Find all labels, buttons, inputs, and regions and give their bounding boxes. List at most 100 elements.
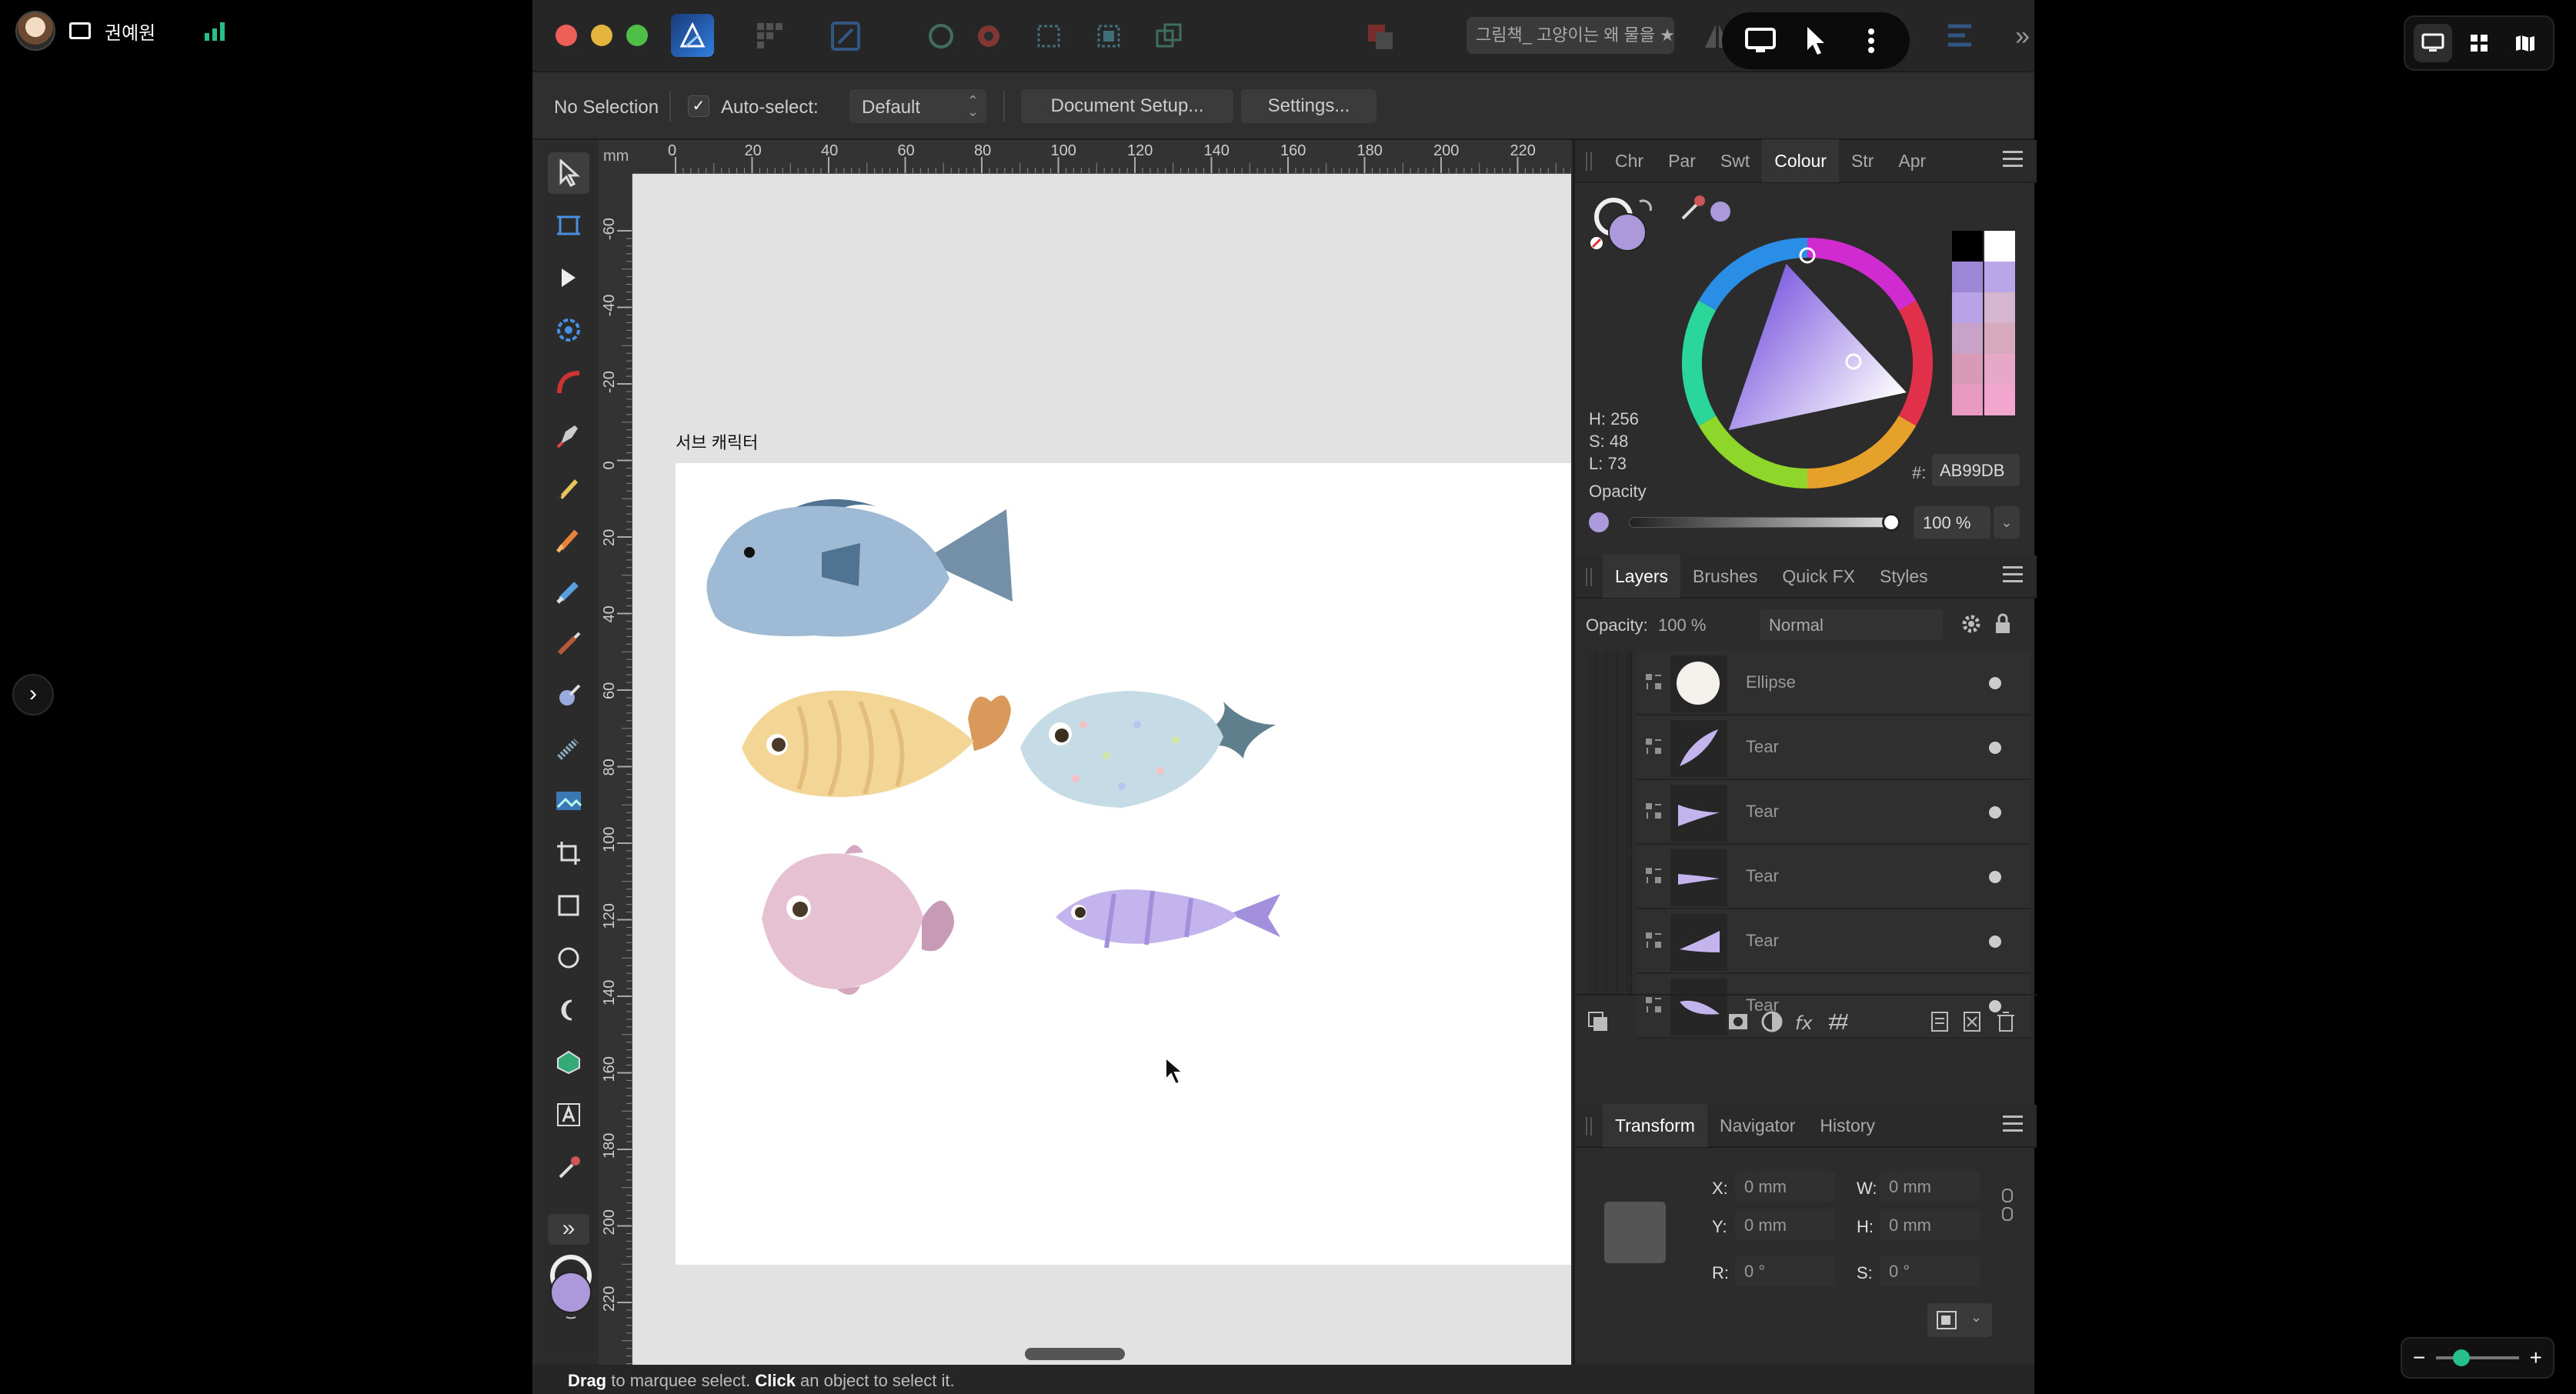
opacity-dropdown-chevron-icon[interactable]: ⌄ [1994,506,2020,539]
expand-tools-chevron-icon[interactable]: » [548,1214,589,1245]
grid-layer-icon[interactable] [1826,1009,1850,1034]
text-tool-icon[interactable] [548,1094,589,1136]
move-tool-icon[interactable] [548,152,589,194]
map-view-icon[interactable] [2506,24,2544,62]
live-filter-fx-icon[interactable]: fx [1794,1009,1818,1034]
layer-opacity-input[interactable]: 100 % [1658,611,1744,640]
tab-paragraph[interactable]: Par [1656,139,1708,182]
rotation-input[interactable]: 0 ° [1735,1256,1835,1286]
display-icon[interactable] [1738,18,1783,63]
zoom-out-button[interactable]: − [2413,1346,2425,1370]
layer-row[interactable]: Tear [1637,845,2030,909]
shape-tool-icon[interactable] [548,1042,589,1083]
distribute-icon[interactable] [1944,20,1976,52]
tab-character[interactable]: Chr [1603,139,1656,182]
tab-swatches[interactable]: Swt [1708,139,1762,182]
rectangle-tool-icon[interactable] [548,885,589,926]
snapping-icon[interactable] [973,20,1005,52]
corner-tool-icon[interactable] [548,309,589,351]
tab-transform[interactable]: Transform [1603,1104,1707,1147]
add-layer-icon[interactable] [1927,1009,1952,1034]
document-setup-button[interactable]: Document Setup... [1021,89,1233,123]
picked-colour-swatch[interactable] [1710,202,1730,222]
place-image-tool-icon[interactable] [548,780,589,822]
zoom-slider[interactable] [2436,1349,2519,1366]
side-panel-toggle-button[interactable]: › [12,674,54,715]
transparency-tool-icon[interactable] [548,728,589,769]
lock-aspect-icon[interactable] [2000,1186,2015,1225]
visibility-toggle[interactable] [1989,742,2001,754]
layer-name[interactable]: Tear [1746,931,1779,951]
tab-brushes[interactable]: Brushes [1680,555,1770,598]
fill-stroke-selector-icon[interactable] [1586,194,1663,255]
layer-name[interactable]: Tear [1746,866,1779,886]
crop-tool-icon[interactable] [548,832,589,874]
tab-navigator[interactable]: Navigator [1707,1104,1807,1147]
fill-stroke-colour-widget[interactable] [549,1252,599,1322]
tab-styles[interactable]: Styles [1867,555,1940,598]
panel-menu-icon[interactable] [2003,151,2023,172]
w-input[interactable]: 0 mm [1880,1171,1980,1202]
purple-fish-illustration[interactable] [1056,889,1280,949]
tab-appearance[interactable]: Apr [1886,139,1938,182]
x-input[interactable]: 0 mm [1735,1171,1835,1202]
export-persona-icon[interactable] [829,20,862,52]
zoom-in-button[interactable]: + [2530,1346,2542,1370]
gear-icon[interactable] [1960,612,1983,635]
tab-stroke[interactable]: Str [1839,139,1886,182]
colour-swatch[interactable] [1952,262,1983,292]
artboard[interactable] [676,463,1571,1265]
single-monitor-view-icon[interactable] [2414,24,2452,62]
ellipse-tool-icon[interactable] [548,937,589,979]
colour-swatch[interactable] [1984,385,2015,415]
tab-history[interactable]: History [1807,1104,1887,1147]
panel-menu-icon[interactable] [2003,566,2023,587]
colour-swatch[interactable] [1952,323,1983,354]
more-options-icon[interactable] [1849,18,1894,63]
layer-name[interactable]: Ellipse [1746,672,1796,692]
transform-origin-button[interactable]: ⌄ [1927,1303,1992,1337]
colour-swatch[interactable] [1984,323,2015,354]
document-tab[interactable]: 그림책_ 고양이는 왜 물을 ★ [1467,17,1674,54]
pointer-mode-icon[interactable] [1794,18,1838,63]
color-picker-tool-icon[interactable] [548,1146,589,1188]
colour-swatch[interactable] [1984,262,2015,292]
vector-brush-tool-icon[interactable] [548,519,589,560]
pen-tool-icon[interactable] [548,414,589,455]
layer-name[interactable]: Tear [1746,737,1779,757]
colour-swatch[interactable] [1984,231,2015,262]
fill-tool-icon[interactable] [548,571,589,612]
hex-input[interactable]: AB99DB [1932,454,2020,486]
eyedropper-icon[interactable] [1678,192,1709,223]
blue-fish-illustration[interactable] [706,499,1013,637]
yellow-fish-illustration[interactable] [742,690,1011,798]
adjustment-icon[interactable] [1760,1009,1784,1034]
panel-menu-icon[interactable] [2003,1116,2023,1136]
ruler-unit[interactable]: mm [599,140,632,174]
paint-brush-tool-icon[interactable] [548,623,589,665]
layer-row[interactable]: Tear [1637,909,2030,974]
autoselect-checkbox[interactable]: ✓ [688,95,709,117]
visibility-toggle[interactable] [1989,677,2001,689]
layer-options-icon[interactable] [1586,1009,1610,1034]
colour-swatch[interactable] [1952,292,1983,323]
tab-layers[interactable]: Layers [1603,555,1681,598]
vertical-ruler[interactable]: -60 -40 -20 0 20 40 60 80 100 120 140 160 180 200 220 [599,174,632,1365]
blend-mode-select[interactable]: Normal [1760,609,1943,640]
artboard-tool-icon[interactable] [548,205,589,246]
anchor-point-selector[interactable] [1604,1202,1666,1263]
grid-view-icon[interactable] [2460,24,2498,62]
colour-swatch[interactable] [1952,354,1983,385]
visibility-toggle[interactable] [1989,806,2001,819]
crescent-tool-icon[interactable] [548,989,589,1031]
pencil-tool-icon[interactable] [548,466,589,508]
autoselect-mode-select[interactable]: Default ⌃ ⌄ [849,89,986,123]
h-input[interactable]: 0 mm [1880,1209,1980,1240]
tab-colour[interactable]: Colour [1762,139,1839,182]
opacity-slider[interactable] [1629,513,1900,532]
colour-swatch[interactable] [1984,354,2015,385]
pixel-tool-icon[interactable] [548,675,589,717]
layer-row[interactable]: Tear [1637,780,2030,845]
artboard-title[interactable]: 서브 캐릭터 [676,429,758,454]
node-tool-icon[interactable] [548,257,589,298]
